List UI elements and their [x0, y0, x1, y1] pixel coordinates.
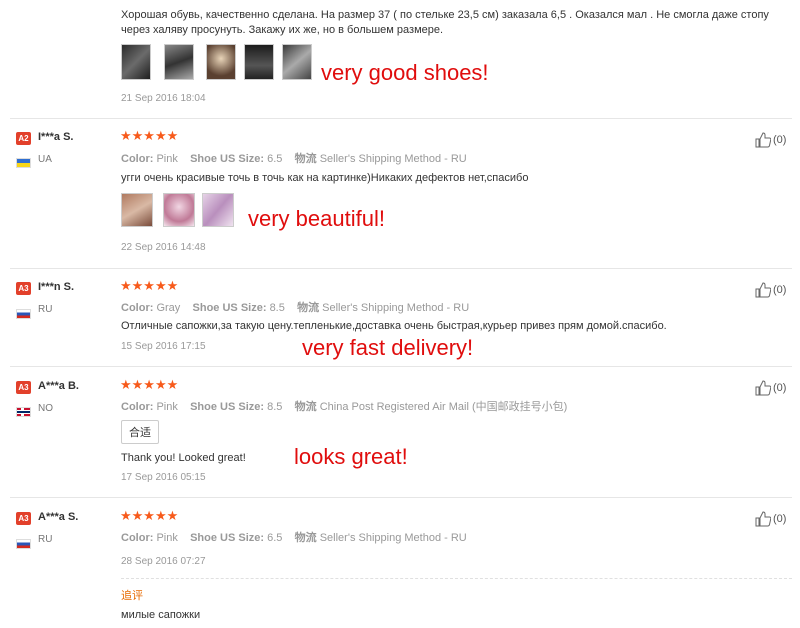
order-attributes: Color: Pink Shoe US Size: 8.5 物流 China P…: [121, 401, 568, 413]
buyer-level-badge: A2: [16, 132, 31, 145]
country-flag-no: [16, 403, 31, 421]
rating-stars: ★★★★★: [120, 508, 179, 523]
review-date: 15 Sep 2016 17:15: [121, 341, 206, 352]
annotation-text: very beautiful!: [248, 206, 385, 231]
rating-stars: ★★★★★: [120, 377, 179, 392]
review-date: 22 Sep 2016 14:48: [121, 242, 206, 253]
country-flag-ru: [16, 535, 31, 553]
review-date: 17 Sep 2016 05:15: [121, 472, 206, 483]
review-tag-button[interactable]: 合适: [121, 420, 159, 444]
review-text: Хорошая обувь, качественно сделана. На р…: [121, 9, 769, 21]
review-text: Thank you! Looked great!: [121, 452, 246, 464]
buyer-country: RU: [38, 534, 53, 545]
buyer-level-badge: A3: [16, 381, 31, 394]
review-photo[interactable]: [121, 44, 151, 80]
buyer-country: NO: [38, 403, 53, 414]
order-attributes: Color: Gray Shoe US Size: 8.5 物流 Seller'…: [121, 302, 470, 314]
thumbs-up-icon: [755, 132, 771, 148]
helpful-button[interactable]: (0): [755, 380, 786, 396]
review-text: Отличные сапожки,за такую цену.тепленьки…: [121, 320, 667, 332]
buyer-name: A***a S.: [38, 511, 79, 523]
rating-stars: ★★★★★: [120, 128, 179, 143]
helpful-button[interactable]: (0): [755, 511, 786, 527]
followup-divider: [121, 578, 792, 580]
thumbs-up-icon: [755, 282, 771, 298]
thumbs-up-icon: [755, 380, 771, 396]
annotation-text: very good shoes!: [321, 60, 489, 85]
buyer-name: I***n S.: [38, 281, 75, 293]
helpful-button[interactable]: (0): [755, 132, 786, 148]
review-text-cont: через халяву просунуть. Закажу их же, но…: [121, 24, 444, 36]
divider: [10, 497, 792, 498]
review-photo[interactable]: [121, 193, 153, 227]
review-photo[interactable]: [164, 44, 194, 80]
annotation-text: looks great!: [294, 444, 408, 469]
review-photo[interactable]: [282, 44, 312, 80]
annotation-text: very fast delivery!: [302, 335, 474, 360]
followup-text: милые сапожки: [121, 609, 201, 621]
helpful-count: (0): [773, 284, 787, 296]
review-photo[interactable]: [202, 193, 234, 227]
order-attributes: Color: Pink Shoe US Size: 6.5 物流 Seller'…: [121, 153, 467, 165]
helpful-button[interactable]: (0): [755, 282, 786, 298]
helpful-count: (0): [773, 382, 787, 394]
buyer-country: UA: [38, 154, 52, 165]
buyer-name: I***a S.: [38, 131, 74, 143]
followup-label: 追评: [121, 590, 143, 602]
review-photo[interactable]: [206, 44, 236, 80]
order-attributes: Color: Pink Shoe US Size: 6.5 物流 Seller'…: [121, 532, 467, 544]
review-photo[interactable]: [244, 44, 274, 80]
country-flag-ru: [16, 305, 31, 323]
divider: [10, 366, 792, 367]
helpful-count: (0): [773, 134, 787, 146]
country-flag-ua: [16, 154, 31, 172]
review-date: 28 Sep 2016 07:27: [121, 556, 206, 567]
buyer-level-badge: A3: [16, 282, 31, 295]
buyer-country: RU: [38, 304, 53, 315]
review-date: 21 Sep 2016 18:04: [121, 93, 206, 104]
buyer-name: A***a B.: [38, 380, 79, 392]
helpful-count: (0): [773, 513, 787, 525]
thumbs-up-icon: [755, 511, 771, 527]
buyer-level-badge: A3: [16, 512, 31, 525]
review-text: угги очень красивые точь в точь как на к…: [121, 172, 529, 184]
review-photo[interactable]: [163, 193, 195, 227]
divider: [10, 268, 792, 269]
rating-stars: ★★★★★: [120, 278, 179, 293]
divider: [10, 118, 792, 119]
